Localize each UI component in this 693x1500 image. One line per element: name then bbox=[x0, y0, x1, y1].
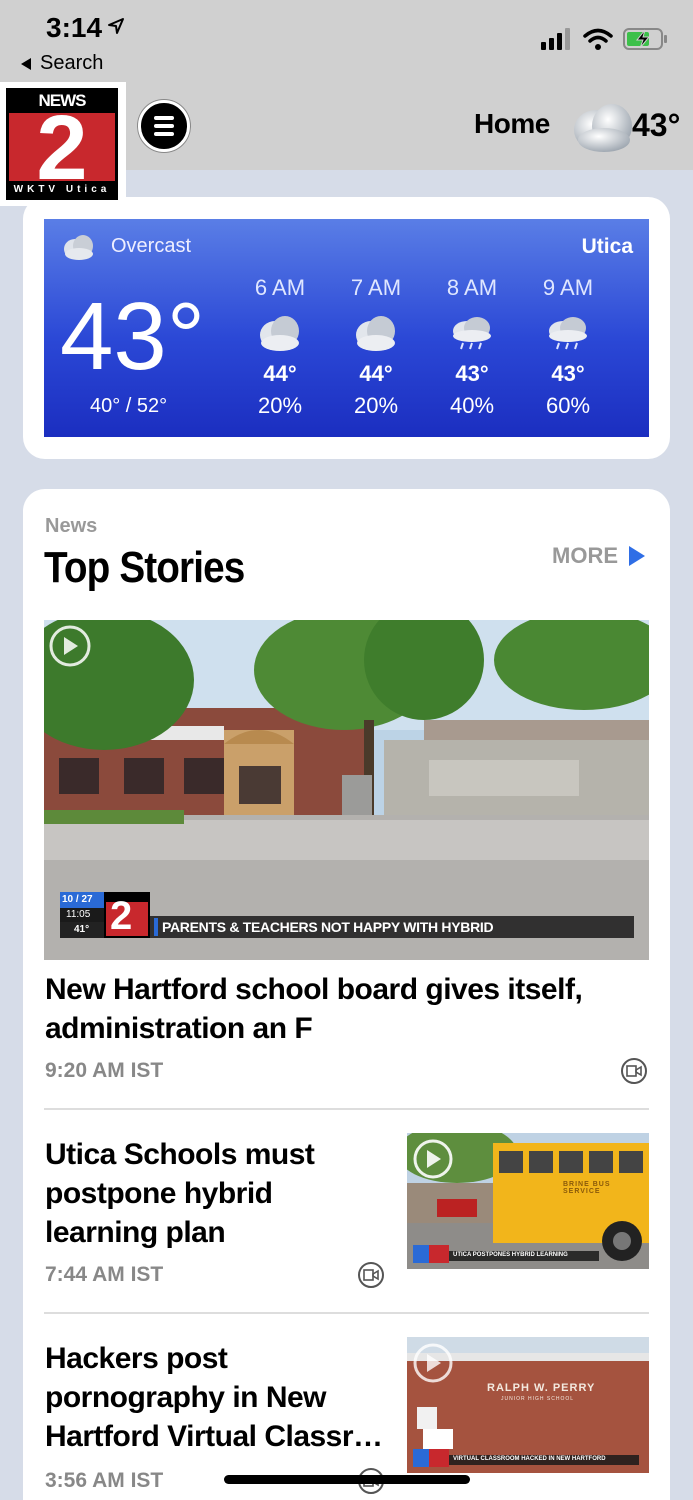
hour-precipitation: 20% bbox=[353, 393, 399, 418]
building-sign-subtext: JUNIOR HIGH SCHOOL bbox=[501, 1396, 575, 1402]
ticker-logo-number: 2 bbox=[110, 894, 133, 938]
story-thumbnail[interactable]: BRINE BUS SERVICE UTICA POSTPONES HYBRID… bbox=[407, 1133, 649, 1269]
hero-story-time: 9:20 AM IST bbox=[45, 1059, 164, 1082]
hourly-forecast-item: 6 AM 44° 20% bbox=[240, 275, 320, 419]
hour-temperature: 44° bbox=[359, 361, 393, 386]
hour-time: 7 AM bbox=[350, 275, 402, 300]
hour-time: 8 AM bbox=[446, 275, 498, 300]
rain-cloud-icon bbox=[528, 309, 608, 357]
weather-city: Utica bbox=[581, 235, 633, 258]
play-triangle-icon bbox=[629, 546, 645, 566]
story-title[interactable]: Utica Schools must postpone hybrid learn… bbox=[45, 1135, 385, 1252]
school-scene-image bbox=[44, 620, 649, 960]
hourly-forecast-item: 9 AM 43° 60% bbox=[528, 275, 608, 419]
building-sign-text: RALPH W. PERRY bbox=[487, 1382, 596, 1394]
school-bus-image bbox=[407, 1133, 649, 1269]
ticker-date: 10 / 27 bbox=[62, 894, 93, 905]
hour-precipitation: 40% bbox=[449, 393, 495, 418]
hour-temperature: 43° bbox=[551, 361, 585, 386]
hourly-forecast-item: 7 AM 44° 20% bbox=[336, 275, 416, 419]
back-search-label: Search bbox=[40, 52, 104, 74]
wifi-icon bbox=[583, 28, 613, 50]
hero-story-image[interactable]: 10 / 27 11:05 41° 2 PARENTS & TEACHERS N… bbox=[44, 620, 649, 960]
hero-story-title[interactable]: New Hartford school board gives itself, … bbox=[45, 970, 625, 1048]
story-time: 7:44 AM IST bbox=[45, 1263, 164, 1286]
story-title[interactable]: Hackers post pornography in New Hartford… bbox=[45, 1339, 385, 1456]
header-temperature[interactable]: 43° bbox=[632, 107, 680, 144]
hour-precipitation: 20% bbox=[257, 393, 303, 418]
status-time: 3:14 bbox=[46, 12, 103, 43]
story-divider bbox=[44, 1108, 649, 1110]
hour-time: 6 AM bbox=[254, 275, 306, 300]
rain-cloud-icon bbox=[432, 309, 512, 357]
school-building-image bbox=[407, 1337, 649, 1473]
weather-condition: Overcast bbox=[111, 235, 192, 257]
section-label: News bbox=[45, 515, 98, 537]
section-heading: Top Stories bbox=[44, 543, 245, 592]
logo-number: 2 bbox=[36, 97, 88, 199]
menu-line-icon bbox=[154, 132, 174, 136]
weather-card[interactable]: Overcast Utica 43° 40° / 52° 6 AM 44° 20… bbox=[23, 197, 670, 459]
cloud-icon bbox=[240, 309, 320, 357]
current-temperature: 43° bbox=[60, 283, 206, 390]
cloud-icon[interactable] bbox=[570, 96, 640, 156]
thumbnail-sign-text: BRINE BUS SERVICE bbox=[563, 1181, 611, 1195]
thumbnail-caption: VIRTUAL CLASSROOM HACKED IN NEW HARTFORD bbox=[453, 1456, 606, 1462]
hour-temperature: 44° bbox=[263, 361, 297, 386]
back-to-search[interactable]: Search bbox=[20, 52, 103, 75]
thumbnail-caption: UTICA POSTPONES HYBRID LEARNING bbox=[453, 1252, 568, 1258]
menu-line-icon bbox=[154, 124, 174, 128]
top-stories-card: News Top Stories MORE 10 / 27 11:05 41° … bbox=[23, 489, 670, 1500]
temperature-range: 40° / 52° bbox=[90, 395, 168, 417]
story-time: 3:56 AM IST bbox=[45, 1469, 164, 1492]
cloud-icon bbox=[336, 309, 416, 357]
back-triangle-icon bbox=[21, 57, 31, 70]
cloud-icon bbox=[64, 235, 93, 260]
hamburger-menu-button[interactable] bbox=[138, 100, 190, 152]
video-icon bbox=[358, 1262, 384, 1288]
more-link[interactable]: MORE bbox=[552, 543, 646, 569]
location-arrow-icon bbox=[108, 18, 124, 34]
story-divider bbox=[44, 1312, 649, 1314]
page-title: Home bbox=[474, 108, 550, 139]
news-channel-2-logo[interactable]: NEWS Channel 2 WKTV Utica bbox=[0, 82, 126, 206]
status-bar: 3:14 Search bbox=[0, 0, 693, 84]
hour-precipitation: 60% bbox=[545, 393, 591, 418]
hour-time: 9 AM bbox=[542, 275, 594, 300]
video-icon bbox=[621, 1058, 647, 1084]
battery-charging-icon bbox=[623, 28, 667, 50]
cellular-signal-icon bbox=[541, 28, 570, 50]
hour-temperature: 43° bbox=[455, 361, 489, 386]
logo-bottom-text: WKTV Utica bbox=[13, 184, 111, 195]
menu-line-icon bbox=[154, 116, 174, 120]
lower-third-caption: PARENTS & TEACHERS NOT HAPPY WITH HYBRID bbox=[162, 919, 494, 935]
status-icons bbox=[541, 28, 669, 50]
home-indicator[interactable] bbox=[224, 1475, 470, 1484]
ticker-time: 11:05 bbox=[66, 909, 91, 920]
logo-mark: NEWS Channel 2 WKTV Utica bbox=[6, 88, 118, 200]
ticker-temperature: 41° bbox=[74, 924, 90, 935]
more-label: MORE bbox=[552, 543, 618, 568]
weather-panel[interactable]: Overcast Utica 43° 40° / 52° 6 AM 44° 20… bbox=[44, 219, 649, 437]
hourly-forecast-item: 8 AM 43° 40% bbox=[432, 275, 512, 419]
story-thumbnail[interactable]: RALPH W. PERRY JUNIOR HIGH SCHOOL VIRTUA… bbox=[407, 1337, 649, 1473]
